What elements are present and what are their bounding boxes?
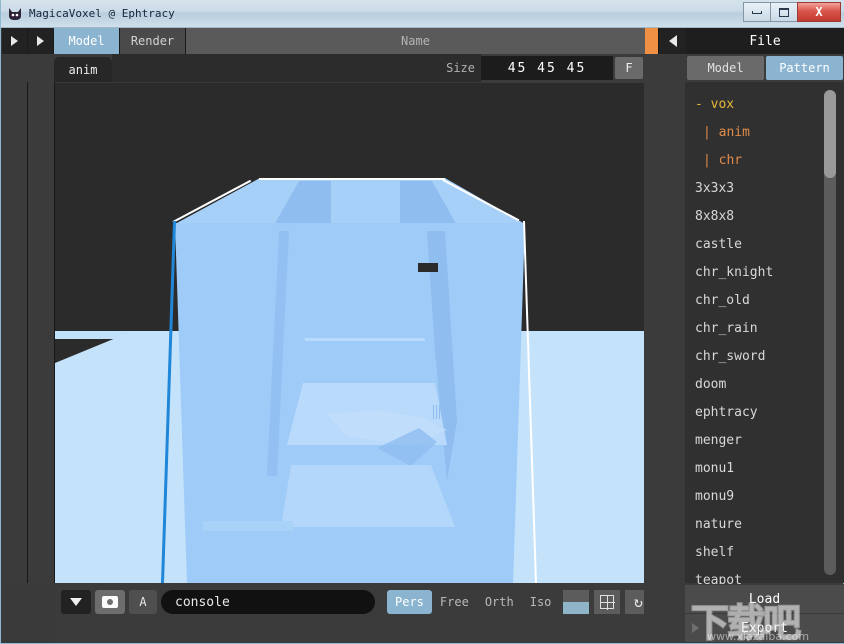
model-top-face [175,178,525,224]
tab-render[interactable]: Render [120,28,186,54]
history-next-button[interactable] [28,28,54,54]
file-list-item[interactable]: monu9 [685,482,826,510]
file-list-scrollbar[interactable] [824,90,836,575]
grid-icon [600,595,616,610]
file-panel: - vox | anim | chr 3x3x3 8x8x8 castle chr_knig… [685,82,844,588]
file-list-item[interactable]: | chr [685,146,826,174]
export-button[interactable]: Export [685,614,844,642]
model-top-notch [418,263,438,272]
projection-pers[interactable]: Pers [387,590,432,614]
project-name-field[interactable]: Name [186,28,645,54]
size-label: Size [397,54,481,82]
model-interior-back-edge [305,338,425,341]
close-button[interactable]: X [797,2,841,22]
projection-modes: Pers Free Orth Iso [387,590,559,614]
projection-orth[interactable]: Orth [477,590,522,614]
voxel-viewport[interactable] [55,83,644,583]
viewport-menu-button[interactable] [61,590,91,614]
screenshot-button[interactable] [95,590,125,614]
bottom-toolbar: A console Pers Free Orth Iso ↻ [55,584,671,643]
file-list-item[interactable]: chr_old [685,286,826,314]
title-bar: MagicaVoxel @ Ephtracy X [1,0,844,28]
file-panel-title: File [686,28,844,54]
collapse-panel-button[interactable] [658,28,686,54]
left-tool-strip-outer [2,82,28,583]
file-list-item[interactable]: | anim [685,118,826,146]
scrollbar-thumb[interactable] [824,90,836,178]
application-window: MagicaVoxel @ Ephtracy X Model Render Na… [0,0,844,644]
tab-anim[interactable]: anim [54,57,112,82]
text-overlay-button[interactable]: A [129,590,157,614]
toolbar-spacer-mid [112,54,397,82]
model-edge-left [159,220,176,583]
console-input[interactable]: console [161,590,375,614]
maximize-button[interactable] [770,2,798,22]
file-list-item[interactable]: monu1 [685,454,826,482]
model-edge-top [259,178,445,180]
toolbar-spacer-right [645,54,658,82]
file-list-item[interactable]: doom [685,370,826,398]
file-list-item[interactable]: castle [685,230,826,258]
file-actions: Load Export [644,584,844,643]
file-list-item[interactable]: ephtracy [685,398,826,426]
file-list-item[interactable]: menger [685,426,826,454]
tab-panel-pattern[interactable]: Pattern [766,56,843,80]
file-list-item[interactable]: nature [685,510,826,538]
file-list-item[interactable]: shelf [685,538,826,566]
top-toolbar: Model Render Name File [2,28,844,54]
triangle-right-icon [37,36,44,46]
minimize-button[interactable] [743,2,771,22]
file-list-item[interactable]: chr_sword [685,342,826,370]
size-input[interactable]: 45 45 45 [481,56,613,80]
rotate-icon: ↻ [633,592,643,611]
shading-toggle-button[interactable] [563,590,590,614]
triangle-right-icon [11,36,18,46]
file-list-item[interactable]: chr_knight [685,258,826,286]
layout-grid-button[interactable] [594,590,621,614]
chevron-down-icon [70,598,82,606]
camera-icon [102,596,118,608]
file-list: - vox | anim | chr 3x3x3 8x8x8 castle chr_knig… [685,82,826,588]
fit-button[interactable]: F [615,57,643,79]
file-list-item[interactable]: chr_rain [685,314,826,342]
model-interior-floor-lower [281,465,455,527]
voxel-model [55,83,644,583]
toolbar-spacer-left [2,54,54,82]
model-detail-comb [433,405,455,419]
export-expand-icon[interactable] [692,623,699,633]
projection-free[interactable]: Free [432,590,477,614]
tab-panel-model[interactable]: Model [687,56,764,80]
file-list-item[interactable]: 8x8x8 [685,202,826,230]
triangle-left-icon [668,35,677,47]
projection-iso[interactable]: Iso [522,590,560,614]
tab-model[interactable]: Model [54,28,120,54]
file-list-item[interactable]: - vox [685,90,826,118]
window-controls: X [743,2,841,22]
maximize-icon [779,7,789,17]
app-cat-icon [7,6,23,22]
file-list-item[interactable]: 3x3x3 [685,174,826,202]
orange-indicator-bar[interactable] [645,28,658,54]
window-title: MagicaVoxel @ Ephtracy [29,7,175,20]
right-gutter [644,82,685,583]
model-edge-right [523,220,539,583]
model-interior-ledge [203,521,293,531]
load-button[interactable]: Load [685,585,844,613]
history-prev-button[interactable] [2,28,28,54]
file-panel-tabs: Model Pattern [686,54,844,82]
minimize-icon [752,10,762,14]
toolbar-spacer-arrow [658,54,686,82]
left-tool-strip-inner [29,82,55,583]
secondary-toolbar: anim Size 45 45 45 F Model Pattern [2,54,844,82]
